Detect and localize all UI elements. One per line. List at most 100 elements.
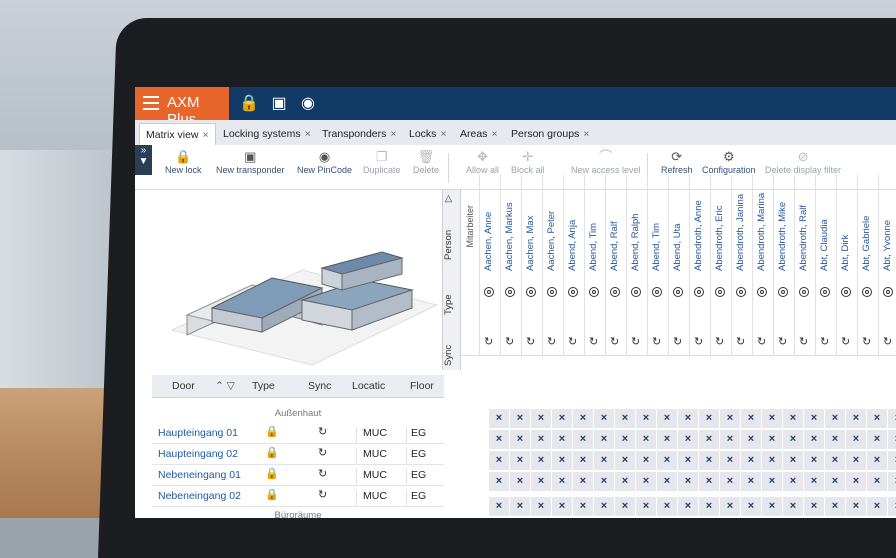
new-access-level-button[interactable]: ⌒ New access level (571, 149, 641, 175)
matrix-cell[interactable]: × (888, 451, 896, 471)
menu-icon[interactable] (143, 96, 159, 110)
matrix-cell[interactable]: × (489, 409, 510, 429)
matrix-cell[interactable]: × (867, 409, 888, 429)
matrix-cell[interactable]: × (594, 430, 615, 450)
allow-all-button[interactable]: ✥ Allow all (466, 149, 499, 175)
matrix-cell[interactable]: × (846, 430, 867, 450)
person-column[interactable]: Abt, Claudia ↻ (815, 175, 836, 355)
matrix-cell[interactable]: × (489, 497, 510, 517)
matrix-cell[interactable]: × (783, 451, 804, 471)
matrix-cell[interactable]: × (888, 472, 896, 492)
new-lock-button[interactable]: 🔒 New lock (165, 149, 202, 175)
building-3d-model[interactable] (152, 190, 442, 385)
matrix-cell[interactable]: × (804, 497, 825, 517)
person-name[interactable]: Abt, Yvonne (882, 181, 893, 271)
person-name[interactable]: Aachen, Max (525, 181, 536, 271)
door-row[interactable]: Haupteingang 02 🔒 ↻ MUC EG (152, 444, 444, 465)
transponder-add-icon[interactable]: ▣ (268, 93, 290, 115)
person-column[interactable]: Abend, Uta ↻ (668, 175, 689, 355)
close-icon[interactable]: × (203, 129, 209, 141)
matrix-cell[interactable]: × (741, 497, 762, 517)
delete-display-filter-button[interactable]: ⊘ Delete display filter (765, 149, 841, 175)
matrix-cell[interactable]: × (741, 430, 762, 450)
new-transponder-button[interactable]: ▣ New transponder (216, 149, 285, 175)
matrix-cell[interactable]: × (804, 472, 825, 492)
person-name[interactable]: Aachen, Peter (546, 181, 557, 271)
person-column[interactable]: Abendroth, Anne ↻ (689, 175, 710, 355)
close-icon[interactable]: × (390, 128, 396, 140)
matrix-cell[interactable]: × (699, 430, 720, 450)
configuration-button[interactable]: ⚙ Configuration (702, 149, 756, 175)
matrix-cell[interactable]: × (846, 472, 867, 492)
matrix-cell[interactable]: × (636, 430, 657, 450)
tab-person-groups[interactable]: Person groups × (505, 123, 595, 145)
matrix-cell[interactable]: × (762, 472, 783, 492)
matrix-cell[interactable]: × (594, 497, 615, 517)
door-name[interactable]: Nebeneingang 01 (158, 469, 241, 481)
filter-icon[interactable]: ▽ (443, 192, 460, 206)
matrix-cell[interactable]: × (825, 472, 846, 492)
matrix-cell[interactable]: × (615, 472, 636, 492)
person-column[interactable]: Abendroth, Mike ↻ (773, 175, 794, 355)
matrix-cell[interactable]: × (762, 409, 783, 429)
close-icon[interactable]: × (305, 128, 311, 140)
matrix-cell[interactable]: × (657, 409, 678, 429)
matrix-cell[interactable]: × (825, 451, 846, 471)
person-column[interactable]: Abend, Tim ↻ (647, 175, 668, 355)
matrix-cell[interactable]: × (888, 430, 896, 450)
matrix-cell[interactable]: × (678, 497, 699, 517)
matrix-cell[interactable]: × (531, 497, 552, 517)
person-column[interactable]: Abend, Ralf ↻ (605, 175, 626, 355)
person-column[interactable]: Aachen, Markus ↻ (500, 175, 521, 355)
matrix-cell[interactable]: × (489, 472, 510, 492)
matrix-cell[interactable]: × (573, 409, 594, 429)
matrix-cell[interactable]: × (699, 409, 720, 429)
tab-matrix-view[interactable]: Matrix view × (139, 123, 216, 146)
person-name[interactable]: Abt, Gabriele (861, 181, 872, 271)
matrix-cell[interactable]: × (552, 497, 573, 517)
matrix-cell[interactable]: × (867, 497, 888, 517)
matrix-cell[interactable]: × (657, 472, 678, 492)
matrix-cell[interactable]: × (846, 409, 867, 429)
matrix-cell[interactable]: × (804, 409, 825, 429)
matrix-cell[interactable]: × (888, 409, 896, 429)
matrix-cell[interactable]: × (699, 451, 720, 471)
matrix-cell[interactable]: × (678, 409, 699, 429)
close-icon[interactable]: × (583, 128, 589, 140)
person-column[interactable]: Abend, Tim ↻ (584, 175, 605, 355)
matrix-cell[interactable]: × (573, 430, 594, 450)
person-column[interactable]: Abt, Gabriele ↻ (857, 175, 878, 355)
matrix-cell[interactable]: × (678, 451, 699, 471)
matrix-cell[interactable]: × (510, 430, 531, 450)
side-collapse-strip[interactable]: » ▼ (135, 145, 152, 175)
person-name[interactable]: Aachen, Markus (504, 181, 515, 271)
new-pincode-button[interactable]: ◉ New PinCode (297, 149, 352, 175)
person-name[interactable]: Abendroth, Anne (693, 181, 704, 271)
person-column[interactable]: Aachen, Anne ↻ (479, 175, 500, 355)
person-name[interactable]: Abend, Ralf (609, 181, 620, 271)
person-column[interactable]: Abt, Dirk ↻ (836, 175, 857, 355)
sync-header[interactable]: Sync (308, 380, 331, 392)
matrix-cell[interactable]: × (720, 497, 741, 517)
matrix-cell[interactable]: × (783, 430, 804, 450)
close-icon[interactable]: × (491, 128, 497, 140)
door-row[interactable]: Haupteingang 01 🔒 ↻ MUC EG (152, 423, 444, 444)
door-header[interactable]: Door (172, 380, 195, 392)
matrix-cell[interactable]: × (552, 451, 573, 471)
person-column[interactable]: Abendroth, Marina ↻ (752, 175, 773, 355)
matrix-cell[interactable]: × (552, 430, 573, 450)
tab-sync[interactable]: Sync (443, 340, 460, 370)
matrix-cell[interactable]: × (678, 472, 699, 492)
person-name[interactable]: Abend, Uta (672, 181, 683, 271)
person-name[interactable]: Abend, Tim (588, 181, 599, 271)
person-column[interactable]: Abendroth, Ralf ↻ (794, 175, 815, 355)
person-column[interactable]: Aachen, Peter ↻ (542, 175, 563, 355)
matrix-cell[interactable]: × (510, 451, 531, 471)
matrix-cell[interactable]: × (552, 472, 573, 492)
matrix-cell[interactable]: × (846, 451, 867, 471)
matrix-cell[interactable]: × (615, 409, 636, 429)
matrix-cell[interactable]: × (783, 472, 804, 492)
tab-transponders[interactable]: Transponders × (316, 123, 403, 145)
person-name[interactable]: Abend, Tim (651, 181, 662, 271)
person-name[interactable]: Abt, Claudia (819, 181, 830, 271)
